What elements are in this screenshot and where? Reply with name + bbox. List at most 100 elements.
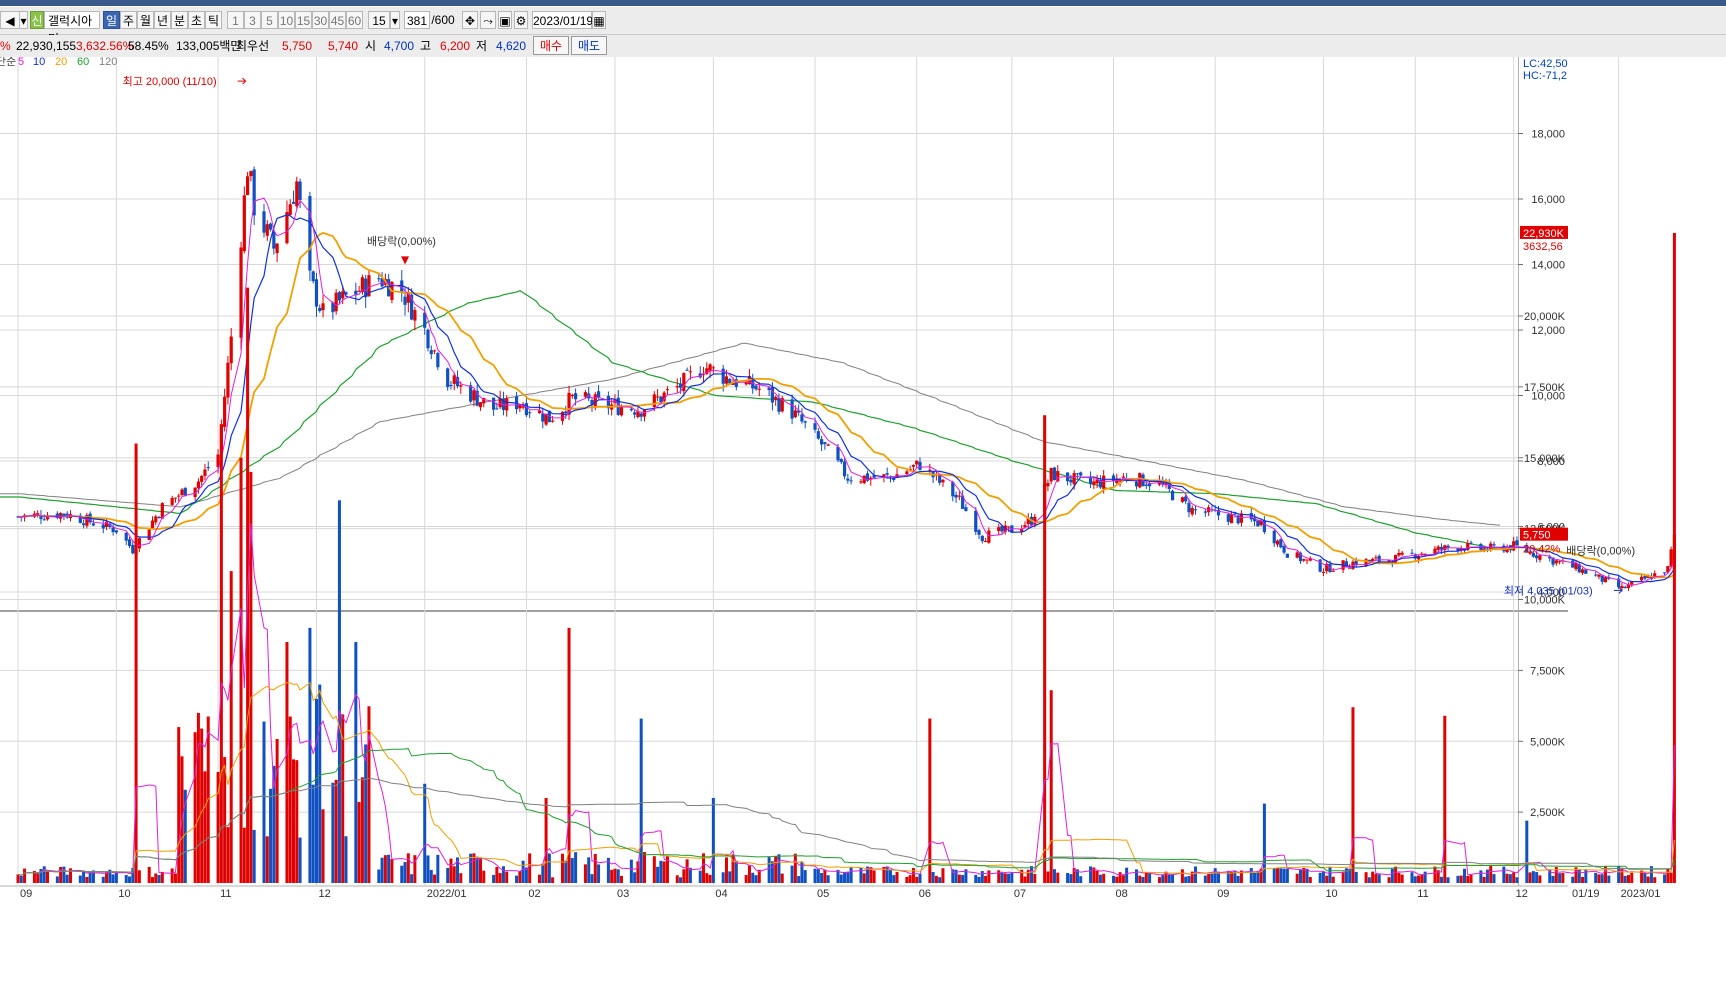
sell-button[interactable]: 매도 — [571, 36, 607, 55]
interval-button-15[interactable]: 15 — [295, 11, 312, 29]
period-button-6[interactable]: 틱 — [205, 11, 222, 29]
interval-button-45[interactable]: 45 — [329, 11, 346, 29]
candle-body — [915, 460, 919, 465]
candle-body — [1535, 555, 1539, 559]
chevron-down-icon[interactable]: ▾ — [390, 11, 400, 29]
volume-bar — [19, 875, 23, 883]
volume-bar — [475, 856, 479, 883]
candle-body — [984, 541, 988, 543]
candle-body — [1600, 575, 1604, 582]
volume-bar — [239, 457, 243, 883]
volume-bar — [1194, 866, 1198, 883]
candle-body — [124, 532, 128, 541]
volume-bar — [1161, 875, 1165, 883]
volume-bar — [387, 854, 391, 883]
volume-bar — [685, 859, 689, 883]
dropdown-arrow-icon[interactable]: ▾ — [20, 11, 28, 29]
volume-bar — [872, 870, 876, 883]
ma-legend-item: 60 — [77, 57, 89, 68]
interval-button-30[interactable]: 30 — [312, 11, 329, 29]
volume-bar — [1433, 866, 1437, 883]
low-label: 저 — [476, 39, 488, 53]
volume-bar — [1626, 875, 1630, 883]
period-button-2[interactable]: 월 — [137, 11, 154, 29]
period-button-3[interactable]: 년 — [154, 11, 171, 29]
candle-body — [478, 402, 483, 408]
volume-bar — [1440, 876, 1444, 883]
turnover-rate: 58.45% — [128, 39, 169, 53]
candle-body — [1584, 569, 1588, 574]
volume-bar — [1066, 872, 1070, 883]
volume-bar — [55, 876, 59, 883]
gear-icon[interactable]: ⚙ — [514, 11, 528, 29]
candle-body — [980, 535, 984, 542]
candle-body — [1439, 546, 1444, 550]
volume-bar — [413, 855, 417, 883]
volume-bar — [629, 859, 633, 883]
candle-body — [528, 412, 532, 414]
volume-bar — [1033, 873, 1037, 883]
volume-bar — [1607, 875, 1611, 883]
trend-tool-icon[interactable]: ⤳ — [480, 11, 496, 29]
period-button-1[interactable]: 주 — [120, 11, 137, 29]
interval-button-5[interactable]: 5 — [261, 11, 278, 29]
candle-body — [721, 368, 725, 384]
bar-count-input[interactable]: 381 — [404, 11, 430, 29]
ask-price: 5,750 — [282, 39, 313, 53]
volume-bar — [1459, 875, 1463, 883]
candle-body — [688, 371, 692, 373]
volume-bar — [295, 760, 299, 883]
interval-button-10[interactable]: 10 — [278, 11, 295, 29]
audio-icon[interactable]: ◀ — [0, 11, 20, 29]
volume-bar — [541, 863, 545, 883]
volume-bar — [843, 872, 847, 883]
volume-bar — [177, 727, 181, 883]
interval-button-3[interactable]: 3 — [244, 11, 261, 29]
candle-body — [426, 329, 430, 349]
buy-button[interactable]: 매수 — [533, 36, 569, 55]
volume-bar — [1489, 866, 1493, 883]
volume-bar — [1279, 868, 1283, 883]
calendar-icon[interactable]: ▦ — [592, 11, 606, 29]
candle-body — [1594, 574, 1598, 576]
stock-chart[interactable]: 09 10 11 12 2022/01 02 03 04 05 06 07 08 09 10 11 12 202… — [0, 57, 1726, 996]
period-button-0[interactable]: 일 — [103, 11, 120, 29]
interval-select[interactable]: 15 — [368, 11, 390, 29]
interval-button-1[interactable]: 1 — [227, 11, 244, 29]
volume-bar — [1003, 873, 1007, 883]
candle-body — [472, 390, 476, 401]
candle-body — [938, 475, 942, 483]
volume-bar — [137, 870, 141, 883]
interval-button-60[interactable]: 60 — [346, 11, 363, 29]
volume-bar — [1420, 874, 1424, 883]
candle-body — [849, 480, 853, 482]
candle-body — [1295, 552, 1299, 558]
volume-bar — [1387, 877, 1391, 883]
volume-bar — [292, 759, 296, 883]
volume-bar — [774, 856, 778, 883]
candle-body — [196, 481, 200, 489]
candle-body — [1134, 481, 1139, 487]
volume-bar — [1298, 869, 1302, 883]
candle-body — [1305, 559, 1309, 561]
date-input[interactable]: 2023/01/19 — [532, 11, 593, 29]
volume-bar — [400, 865, 404, 883]
volume-bar — [767, 857, 771, 883]
volume-bar — [449, 858, 453, 883]
credit-badge: 신 — [30, 11, 44, 29]
save-icon[interactable]: ▣ — [498, 11, 512, 29]
crosshair-icon[interactable]: ✥ — [462, 11, 478, 29]
volume-bar — [1423, 871, 1427, 883]
volume-bar — [311, 784, 315, 883]
period-button-4[interactable]: 분 — [171, 11, 188, 29]
candle-body — [1256, 520, 1260, 527]
volume-bar — [770, 861, 774, 883]
window-titlebar — [0, 0, 1726, 6]
candle-body — [154, 516, 158, 523]
volume-bar — [1456, 875, 1460, 883]
period-button-5[interactable]: 초 — [188, 11, 205, 29]
candle-body — [469, 385, 473, 402]
volume-bar — [380, 857, 384, 883]
stock-name-field[interactable]: 갤럭시아머 — [44, 11, 100, 46]
volume-bar — [1584, 869, 1588, 883]
